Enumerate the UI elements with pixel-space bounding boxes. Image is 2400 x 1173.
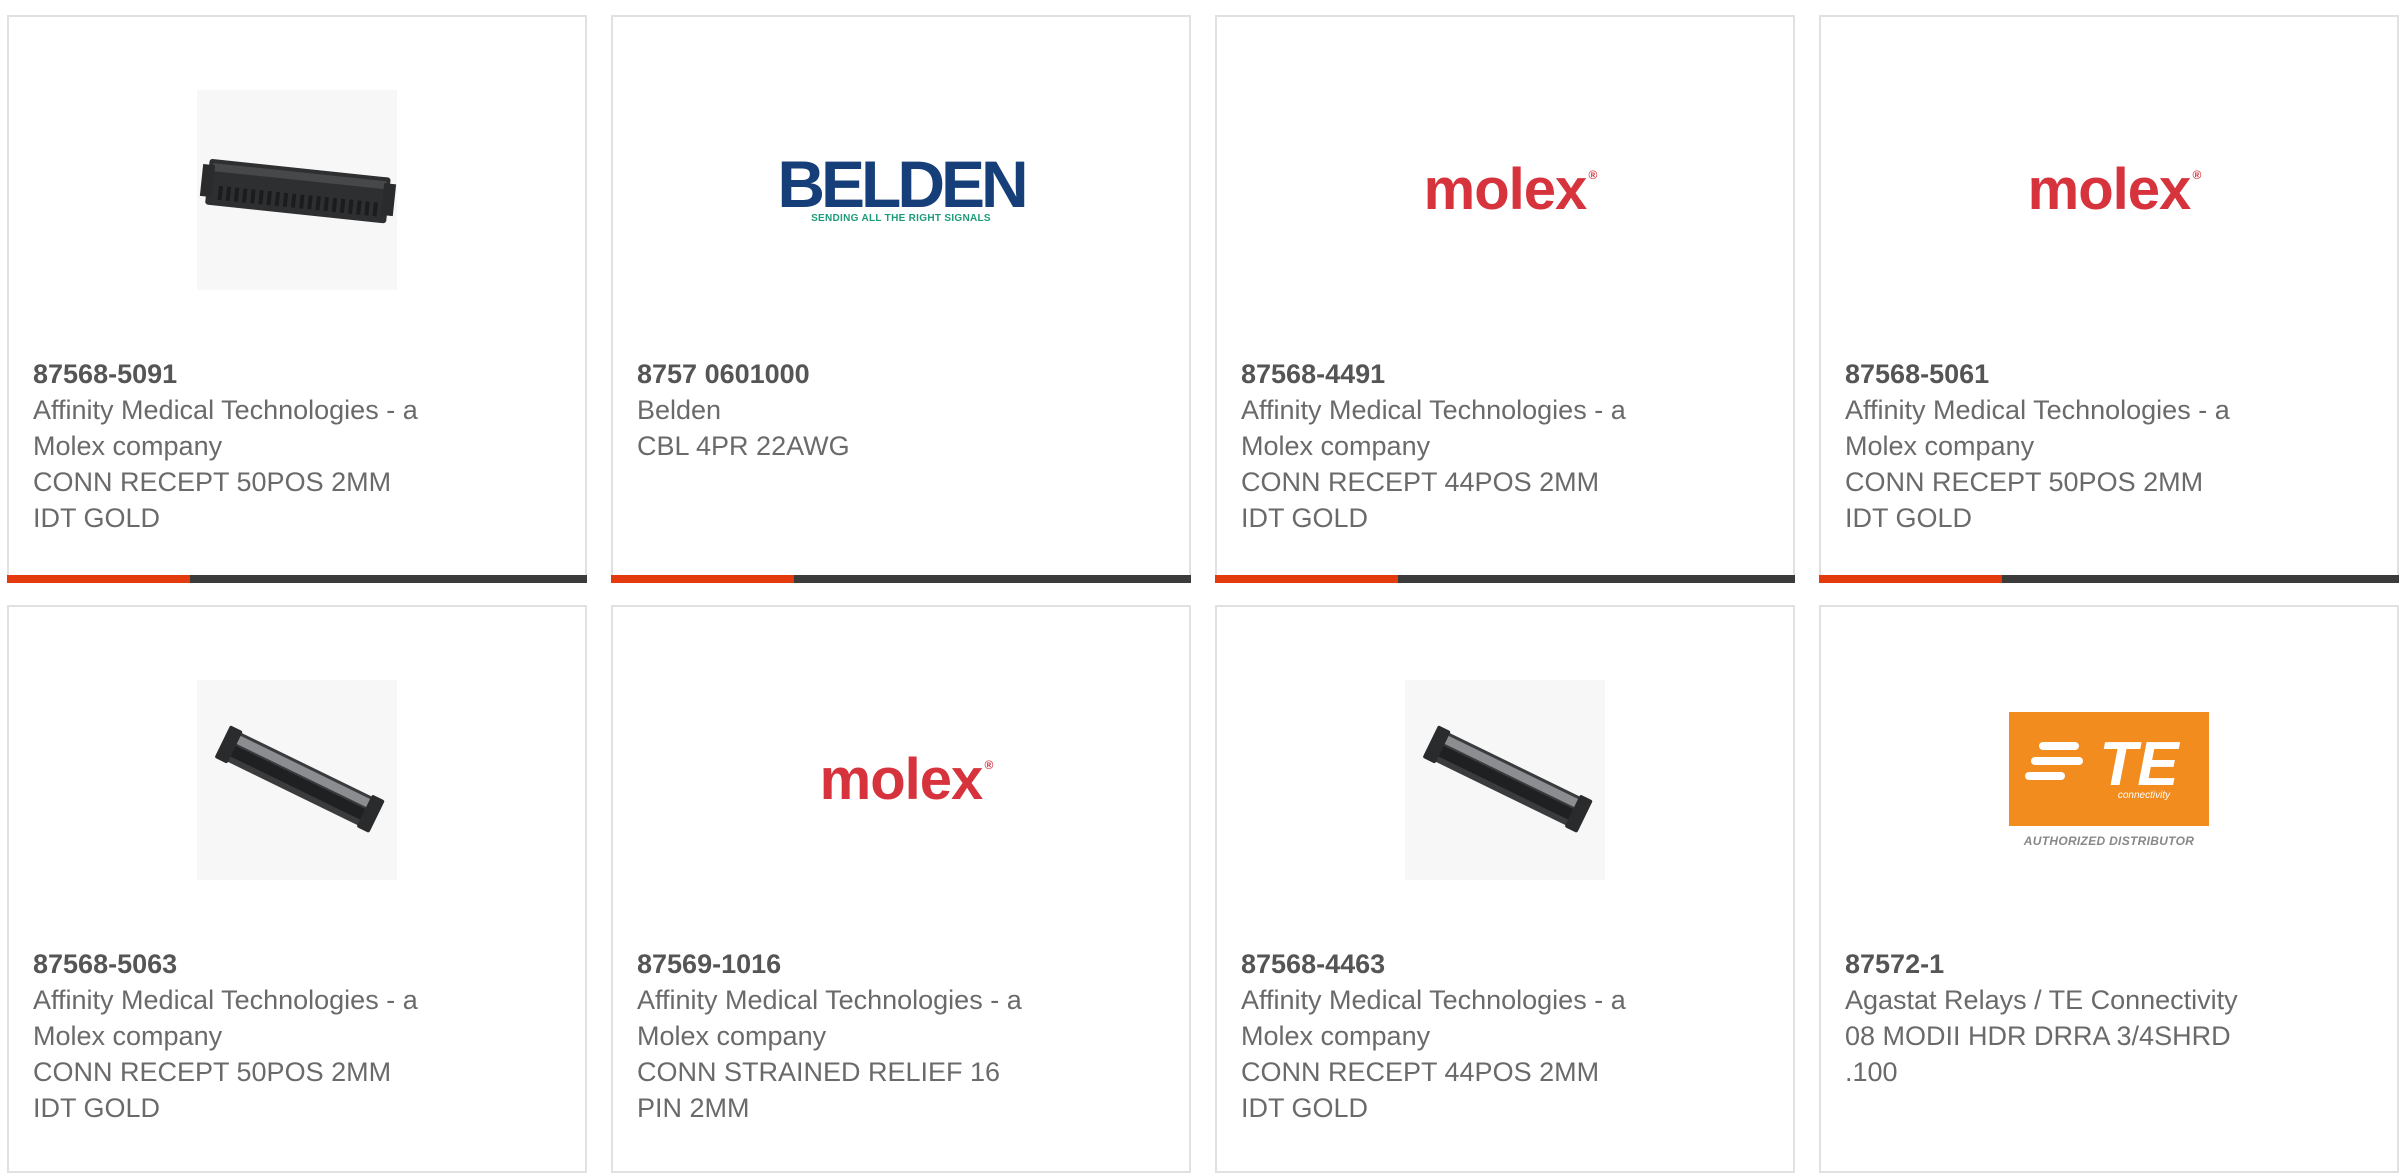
product-info: 87568-4491 Affinity Medical Technologies…	[1241, 356, 1681, 536]
product-info: 87569-1016 Affinity Medical Technologies…	[637, 946, 1077, 1126]
product-info: 87568-5091 Affinity Medical Technologies…	[33, 356, 473, 536]
product-image-area[interactable]	[9, 87, 585, 292]
manufacturer-name-cont: Molex company	[33, 1021, 223, 1051]
product-card[interactable]: molex ® 87568-5061 Affinity Medical Techn…	[1819, 15, 2399, 583]
product-info: 8757 0601000 Belden CBL 4PR 22AWG	[637, 356, 1077, 464]
product-description-cont: PIN 2MM	[637, 1093, 750, 1123]
card-accent-bar	[1819, 575, 2002, 583]
product-card[interactable]: 87568-5063 Affinity Medical Technologies…	[7, 605, 587, 1173]
product-image-area[interactable]: molex ®	[613, 677, 1189, 882]
part-number[interactable]: 87568-4491	[1241, 356, 1681, 392]
product-card[interactable]: molex ® 87569-1016 Affinity Medical Techn…	[611, 605, 1191, 1173]
product-info: 87568-4463 Affinity Medical Technologies…	[1241, 946, 1681, 1126]
product-image-area[interactable]: TE connectivity AUTHORIZED DISTRIBUTOR	[1821, 677, 2397, 882]
card-accent-bar	[611, 575, 794, 583]
part-number[interactable]: 87568-4463	[1241, 946, 1681, 982]
product-description-cont: .100	[1845, 1057, 1898, 1087]
connector-image	[1405, 679, 1605, 880]
product-description-cont: IDT GOLD	[33, 503, 161, 533]
part-number[interactable]: 87568-5063	[33, 946, 473, 982]
card-bottom-bar	[611, 575, 1191, 583]
manufacturer-name: Affinity Medical Technologies - a	[1845, 395, 2230, 425]
product-image-area[interactable]: BELDEN SENDING ALL THE RIGHT SIGNALS	[613, 87, 1189, 292]
product-info: 87572-1 Agastat Relays / TE Connectivity…	[1845, 946, 2285, 1090]
manufacturer-name-cont: Molex company	[637, 1021, 827, 1051]
product-description: CONN RECEPT 50POS 2MM	[33, 1057, 392, 1087]
manufacturer-name: Affinity Medical Technologies - a	[1241, 395, 1626, 425]
part-number[interactable]: 87568-5091	[33, 356, 473, 392]
manufacturer-name-cont: Molex company	[1241, 431, 1431, 461]
product-description: CONN STRAINED RELIEF 16	[637, 1057, 1001, 1087]
product-image-area[interactable]: molex ®	[1821, 87, 2397, 292]
belden-logo: BELDEN SENDING ALL THE RIGHT SIGNALS	[777, 147, 1028, 224]
manufacturer-name: Affinity Medical Technologies - a	[637, 985, 1022, 1015]
card-bottom-bar	[1215, 575, 1795, 583]
product-description: 08 MODII HDR DRRA 3/4SHRD	[1845, 1021, 2231, 1051]
manufacturer-name-cont: Molex company	[33, 431, 223, 461]
card-bottom-bar	[1819, 575, 2399, 583]
part-number[interactable]: 87568-5061	[1845, 356, 2285, 392]
product-image-area[interactable]	[1217, 677, 1793, 882]
product-image-area[interactable]: molex ®	[1217, 87, 1793, 292]
product-card[interactable]: 87568-5091 Affinity Medical Technologies…	[7, 15, 587, 583]
card-accent-bar	[1215, 575, 1398, 583]
product-card[interactable]: BELDEN SENDING ALL THE RIGHT SIGNALS 875…	[611, 15, 1191, 583]
connector-image	[197, 89, 397, 290]
manufacturer-name-cont: Molex company	[1241, 1021, 1431, 1051]
product-card[interactable]: molex ® 87568-4491 Affinity Medical Techn…	[1215, 15, 1795, 583]
manufacturer-name: Affinity Medical Technologies - a	[33, 395, 418, 425]
product-image-area[interactable]	[9, 677, 585, 882]
product-photo	[1405, 679, 1605, 880]
product-description-cont: IDT GOLD	[1241, 503, 1369, 533]
product-info: 87568-5061 Affinity Medical Technologies…	[1845, 356, 2285, 536]
product-description-cont: IDT GOLD	[33, 1093, 161, 1123]
product-card[interactable]: 87568-4463 Affinity Medical Technologies…	[1215, 605, 1795, 1173]
part-number[interactable]: 87572-1	[1845, 946, 2285, 982]
molex-logo: molex ®	[819, 747, 994, 812]
manufacturer-name: Agastat Relays / TE Connectivity	[1845, 985, 2238, 1015]
product-photo	[197, 679, 397, 880]
product-description: CONN RECEPT 50POS 2MM	[33, 467, 392, 497]
product-description: CONN RECEPT 44POS 2MM	[1241, 467, 1600, 497]
product-description: CONN RECEPT 44POS 2MM	[1241, 1057, 1600, 1087]
manufacturer-name: Affinity Medical Technologies - a	[33, 985, 418, 1015]
product-description-cont: IDT GOLD	[1845, 503, 1973, 533]
card-accent-bar	[7, 575, 190, 583]
part-number[interactable]: 8757 0601000	[637, 356, 1077, 392]
product-info: 87568-5063 Affinity Medical Technologies…	[33, 946, 473, 1126]
product-photo	[197, 89, 397, 290]
manufacturer-name-cont: Molex company	[1845, 431, 2035, 461]
manufacturer-name: Belden	[637, 395, 722, 425]
product-description-cont: IDT GOLD	[1241, 1093, 1369, 1123]
manufacturer-name: Affinity Medical Technologies - a	[1241, 985, 1626, 1015]
connector-image	[197, 679, 397, 880]
product-description: CBL 4PR 22AWG	[637, 431, 850, 461]
product-description: CONN RECEPT 50POS 2MM	[1845, 467, 2204, 497]
molex-logo: molex ®	[1423, 157, 1598, 222]
te-connectivity-logo: TE connectivity AUTHORIZED DISTRIBUTOR	[2009, 711, 2209, 848]
product-grid: 87568-5091 Affinity Medical Technologies…	[7, 15, 2400, 1173]
molex-logo: molex ®	[2027, 157, 2202, 222]
product-card[interactable]: TE connectivity AUTHORIZED DISTRIBUTOR 8…	[1819, 605, 2399, 1173]
card-bottom-bar	[7, 575, 587, 583]
part-number[interactable]: 87569-1016	[637, 946, 1077, 982]
